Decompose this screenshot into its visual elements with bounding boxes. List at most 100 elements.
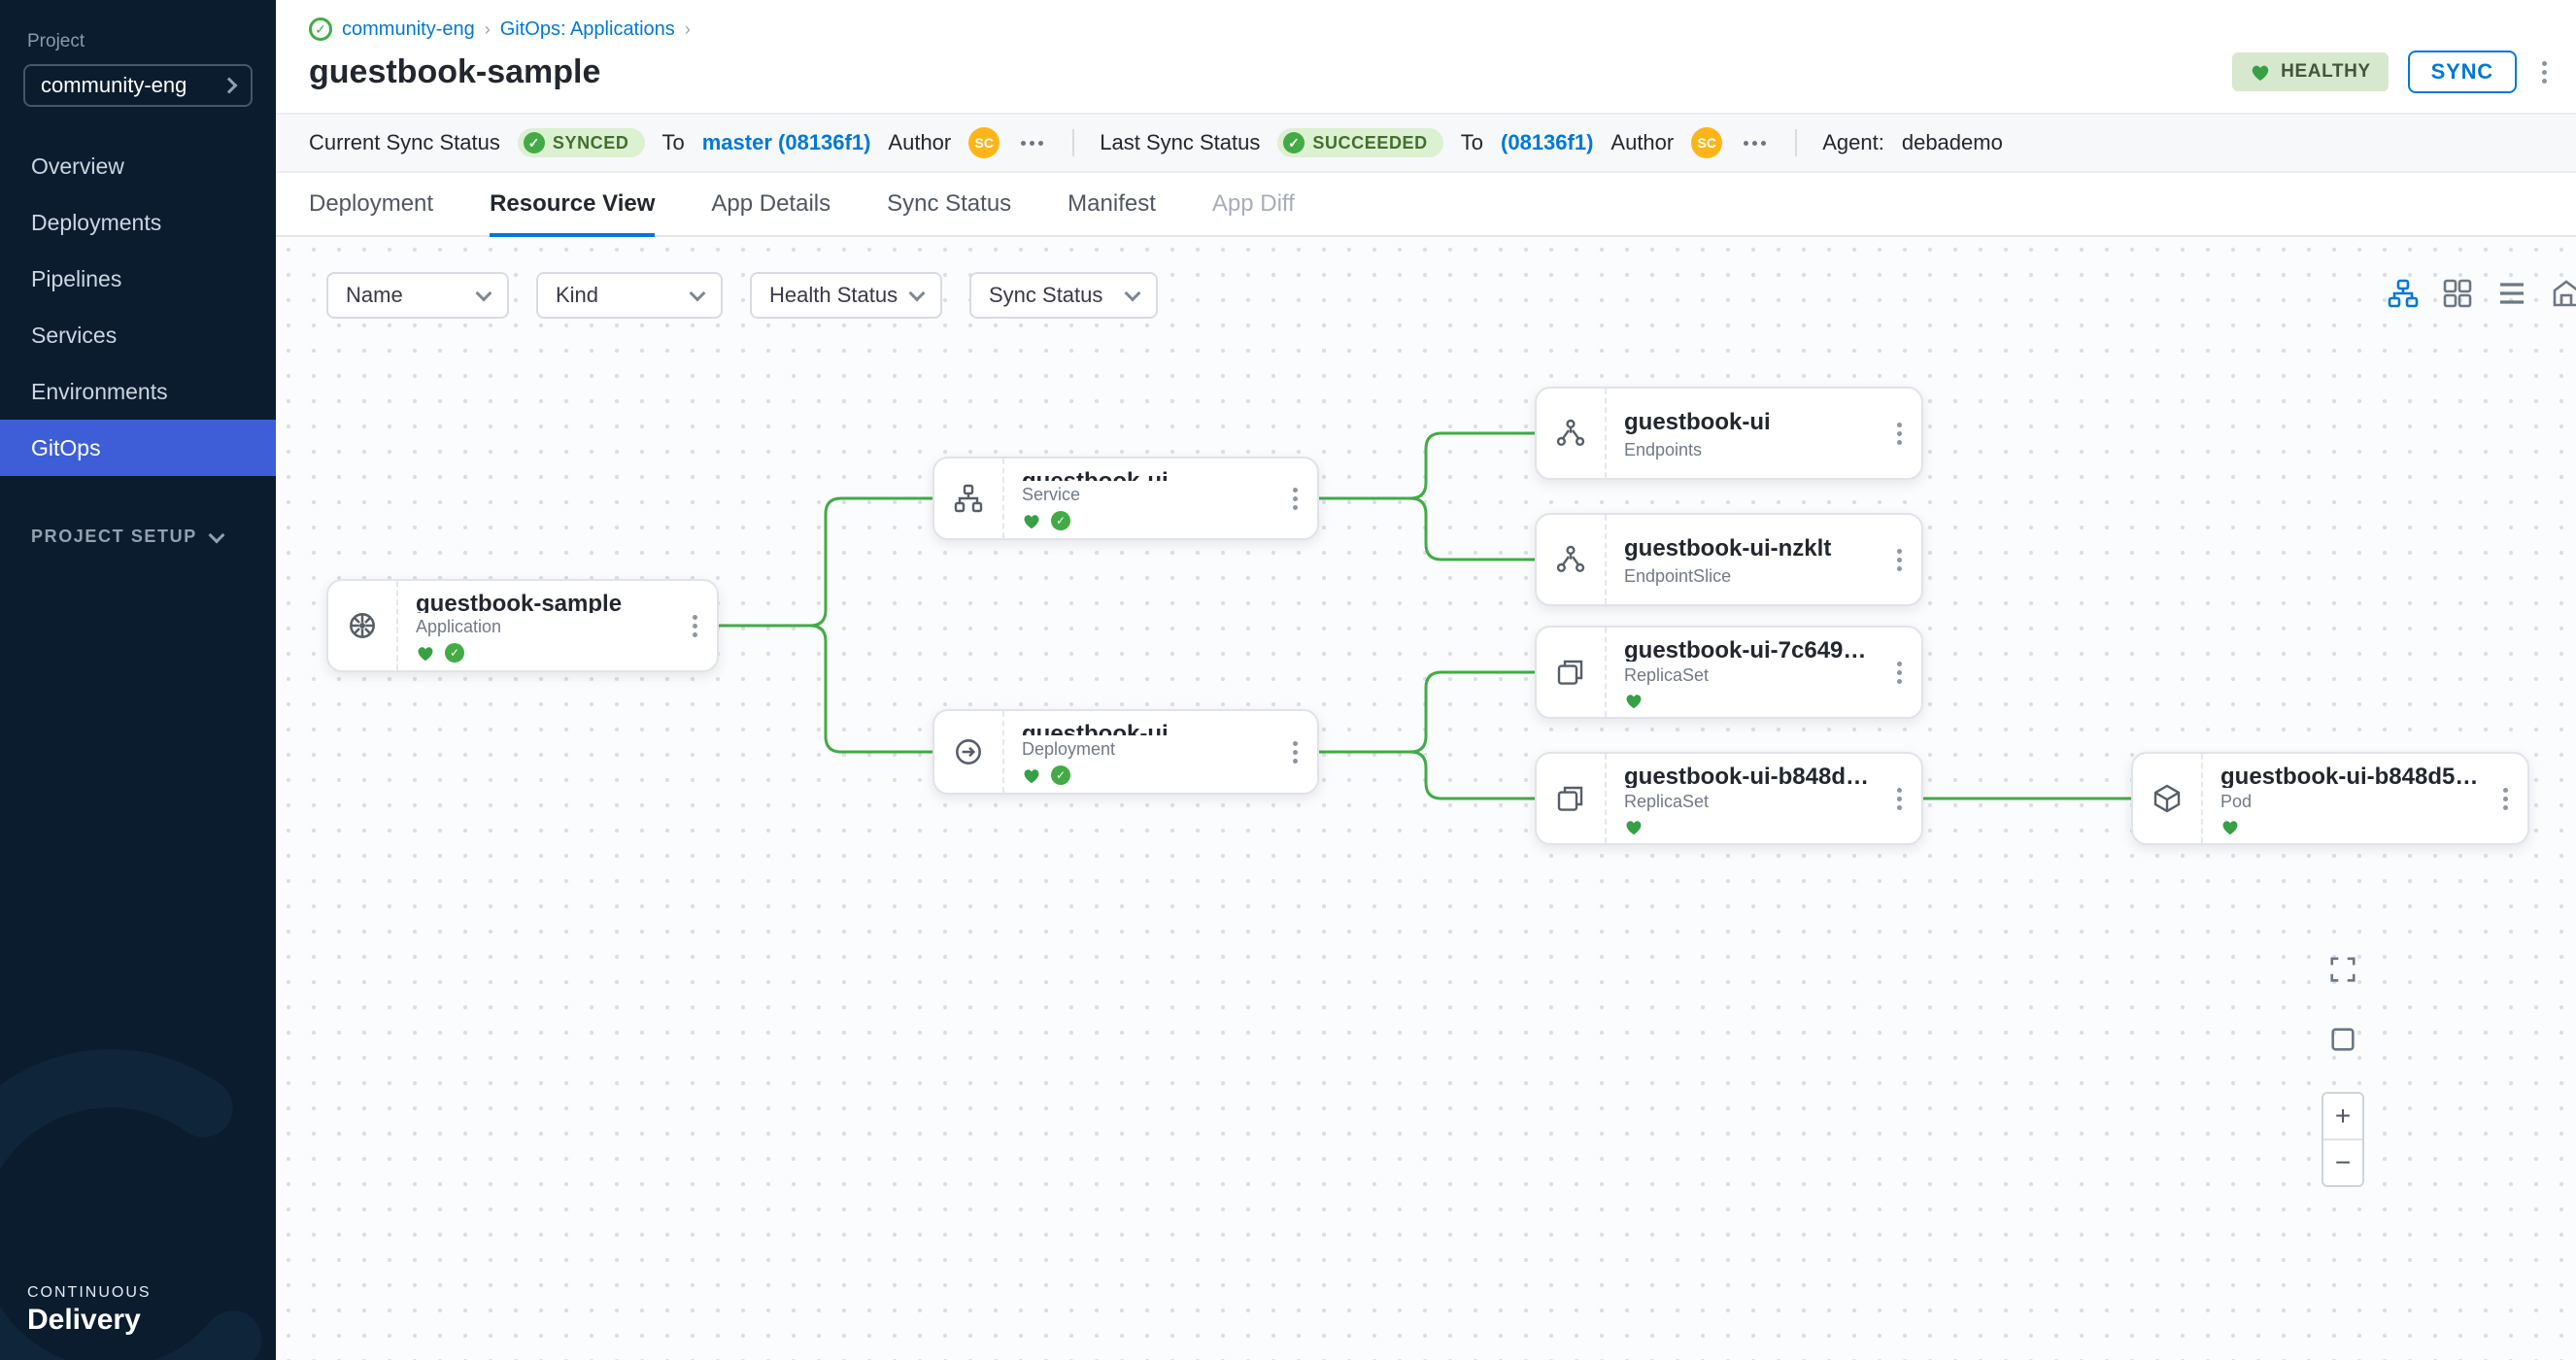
node-kind: Pod [2220,792,2480,812]
brand-delivery-label: Delivery [27,1304,152,1337]
app-root: Project community-eng Overview Deploymen… [0,0,2576,1360]
healthy-heart-icon [1022,512,1041,529]
sidebar-item-deployments[interactable]: Deployments [0,194,276,251]
app-menu-kebab-icon[interactable] [2536,55,2553,89]
view-mode-toolbar [2388,278,2576,309]
check-circle-icon: ✓ [524,132,545,153]
node-kind: Service [1022,485,1270,505]
endpointslice-icon [1537,515,1607,604]
breadcrumb-project-link[interactable]: community-eng [342,18,475,41]
list-view-icon[interactable] [2496,278,2527,309]
sidebar-item-environments[interactable]: Environments [0,363,276,420]
tab-deployment[interactable]: Deployment [309,173,433,235]
node-name: guestbook-ui [1022,721,1270,735]
last-target-link[interactable]: (08136f1) [1501,130,1593,155]
chevron-right-icon [221,78,238,94]
service-icon [934,459,1004,538]
filter-row: Name Kind Health Status Sync Status [326,272,1158,319]
node-menu-kebab-icon[interactable] [1287,735,1304,769]
project-selector-value: community-eng [41,73,186,98]
heart-icon [2250,62,2271,82]
sidebar-item-services[interactable]: Services [0,307,276,363]
zoom-out-button[interactable]: − [2323,1140,2362,1185]
project-selector[interactable]: community-eng [23,64,253,107]
sidebar-nav: Overview Deployments Pipelines Services … [0,138,276,476]
node-deployment[interactable]: guestbook-ui Deployment ✓ [932,709,1319,795]
node-menu-kebab-icon[interactable] [1287,482,1304,516]
fullscreen-button[interactable] [2322,948,2364,991]
breadcrumb-separator: › [485,19,491,40]
group-view-icon[interactable] [2551,278,2576,309]
filter-sync-status-dropdown[interactable]: Sync Status [969,272,1158,319]
breadcrumb-separator: › [685,19,691,40]
node-menu-kebab-icon[interactable] [2497,782,2514,816]
node-kind: Deployment [1022,739,1270,760]
check-circle-icon: ✓ [1283,132,1305,153]
tab-sync-status[interactable]: Sync Status [887,173,1011,235]
breadcrumb-section-link[interactable]: GitOps: Applications [500,18,675,41]
last-sync-label: Last Sync Status [1100,130,1260,155]
tab-app-diff[interactable]: App Diff [1212,173,1295,235]
resource-tree-canvas[interactable]: Name Kind Health Status Sync Status [276,237,2576,1360]
page-header: ✓ community-eng › GitOps: Applications ›… [276,0,2576,113]
node-menu-kebab-icon[interactable] [1891,417,1908,451]
sync-status-bar: Current Sync Status ✓ SYNCED To master (… [276,113,2576,173]
node-endpointslice[interactable]: guestbook-ui-nzklt EndpointSlice [1535,513,1923,606]
fit-selection-button[interactable] [2322,1018,2364,1061]
sidebar: Project community-eng Overview Deploymen… [0,0,276,1360]
synced-check-icon: ✓ [1051,765,1070,785]
healthy-heart-icon [416,644,435,662]
more-options-icon[interactable] [1017,135,1047,152]
brand-lockup: CONTINUOUS Delivery [27,1284,152,1337]
pod-icon [2133,754,2203,843]
endpoints-icon [1537,389,1607,478]
project-setup-toggle[interactable]: PROJECT SETUP [31,527,276,547]
filter-name-dropdown[interactable]: Name [326,272,509,319]
tab-resource-view[interactable]: Resource View [490,173,655,235]
filter-health-status-dropdown[interactable]: Health Status [750,272,942,319]
node-kind: ReplicaSet [1624,665,1874,686]
grid-view-icon[interactable] [2442,278,2473,309]
node-status-icons [1624,818,1874,835]
healthy-heart-icon [1022,766,1041,784]
node-name: guestbook-ui [1022,468,1270,481]
chevron-down-icon [690,286,706,302]
node-menu-kebab-icon[interactable] [687,609,703,643]
deployment-icon [934,711,1004,793]
breadcrumb: ✓ community-eng › GitOps: Applications › [309,17,2553,41]
more-options-icon[interactable] [1740,135,1770,152]
node-endpoints[interactable]: guestbook-ui Endpoints [1535,387,1923,480]
application-icon [328,581,398,670]
chevron-down-icon [476,286,492,302]
zoom-in-button[interactable]: + [2323,1094,2362,1139]
tab-app-details[interactable]: App Details [711,173,830,235]
synced-check-icon: ✓ [445,643,464,663]
sidebar-item-overview[interactable]: Overview [0,138,276,194]
chevron-down-icon [909,286,926,302]
synced-badge: ✓ SYNCED [518,128,645,157]
main-column: ✓ community-eng › GitOps: Applications ›… [276,0,2576,1360]
filter-kind-dropdown[interactable]: Kind [536,272,723,319]
node-kind: Application [416,617,669,637]
divider [1072,129,1074,156]
node-application[interactable]: guestbook-sample Application ✓ [326,579,719,672]
sidebar-item-pipelines[interactable]: Pipelines [0,251,276,307]
node-status-icons [2220,818,2480,835]
node-replicaset-b848d5d9d[interactable]: guestbook-ui-b848d5d9d ReplicaSet [1535,752,1923,845]
node-pod[interactable]: guestbook-ui-b848d5d9... Pod [2131,752,2529,845]
tab-manifest[interactable]: Manifest [1068,173,1156,235]
current-target-link[interactable]: master (08136f1) [702,130,871,155]
node-name: guestbook-ui [1624,409,1874,436]
sync-button[interactable]: SYNC [2408,51,2517,93]
node-name: guestbook-ui-b848d5d9... [2220,764,2480,788]
node-replicaset-7c64987dc9[interactable]: guestbook-ui-7c64987dc9 ReplicaSet [1535,626,1923,719]
replicaset-icon [1537,754,1607,843]
node-service[interactable]: guestbook-ui Service ✓ [932,457,1319,540]
tab-bar: Deployment Resource View App Details Syn… [276,173,2576,237]
node-menu-kebab-icon[interactable] [1891,782,1908,816]
node-kind: Endpoints [1624,440,1874,460]
sidebar-item-gitops[interactable]: GitOps [0,420,276,476]
node-menu-kebab-icon[interactable] [1891,543,1908,577]
node-menu-kebab-icon[interactable] [1891,656,1908,690]
tree-view-icon[interactable] [2388,278,2419,309]
